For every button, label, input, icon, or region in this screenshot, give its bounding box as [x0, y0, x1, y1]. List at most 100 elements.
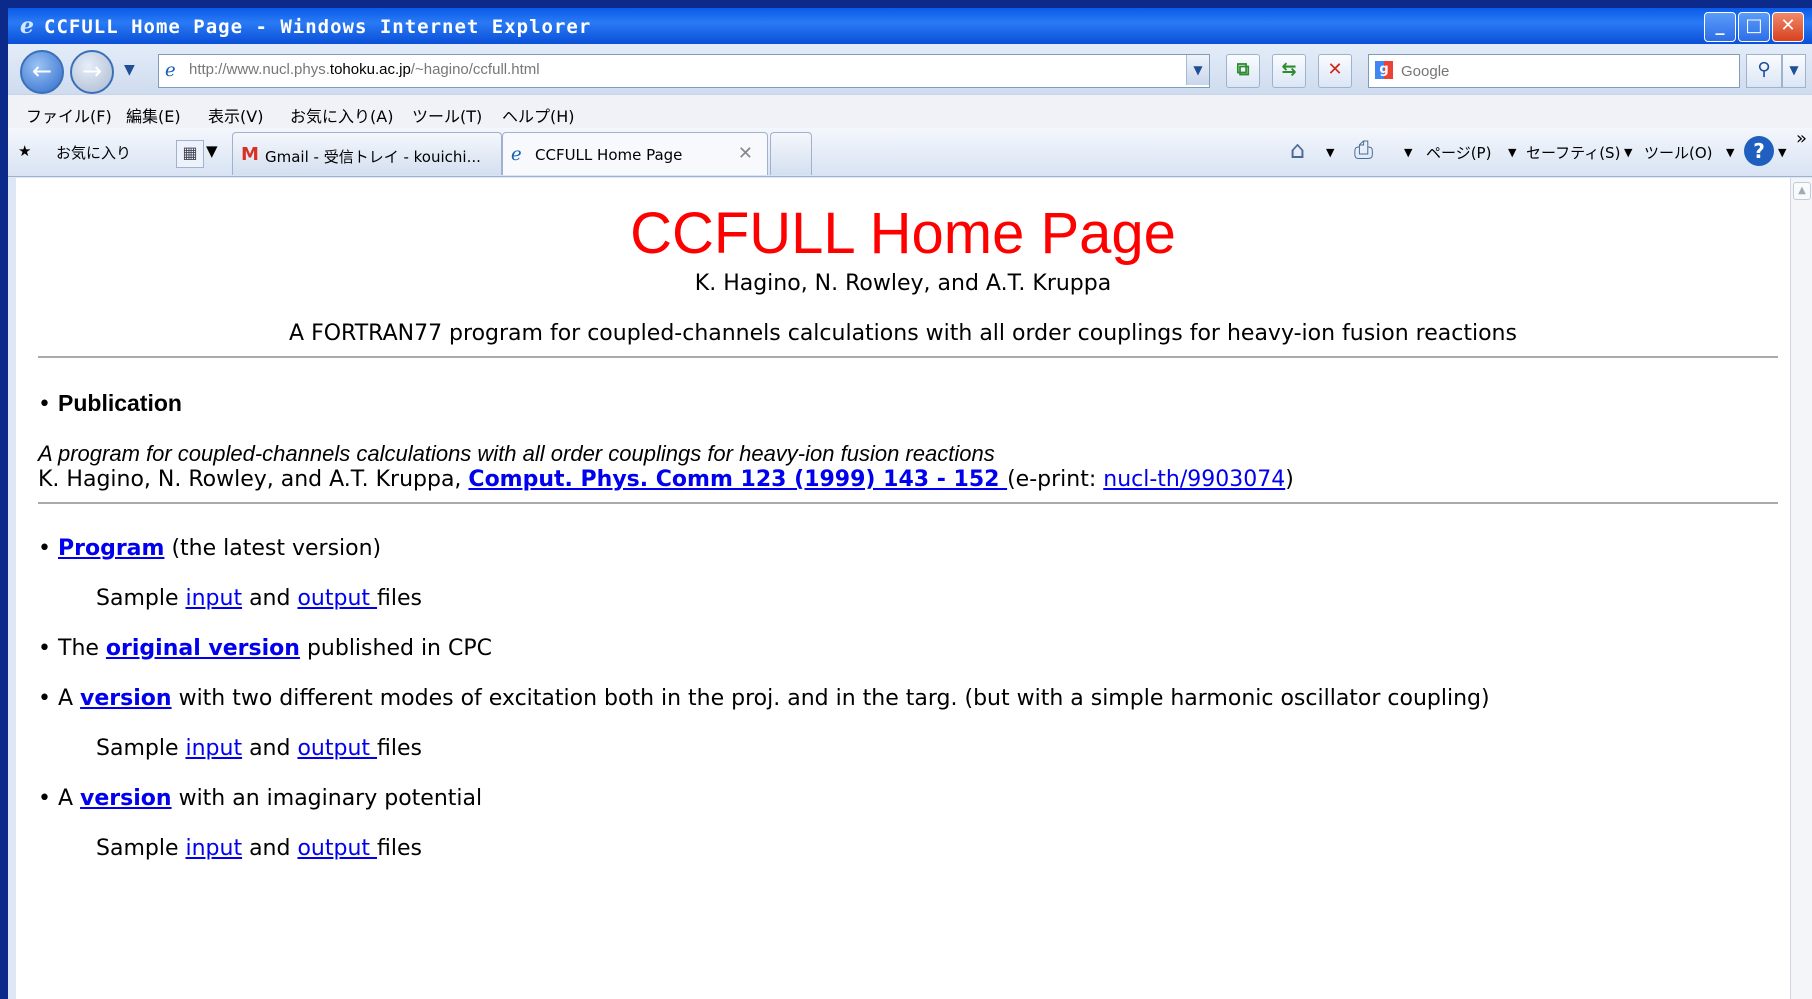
two-modes-prefix: A — [58, 686, 81, 711]
url-text[interactable]: http://www.nucl.phys.tohoku.ac.jp/~hagin… — [189, 61, 540, 78]
eprint-link[interactable]: nucl-th/9903074 — [1103, 467, 1285, 492]
sample-files-line: Sample input and output files — [96, 736, 422, 761]
sample-files: files — [377, 736, 422, 761]
sample-input-link[interactable]: input — [185, 736, 242, 761]
tab-ccfull-label: CCFULL Home Page — [535, 146, 683, 164]
search-options-icon[interactable]: ▼ — [1782, 54, 1806, 88]
original-prefix: The — [58, 636, 106, 661]
publication-heading: Publication — [58, 390, 182, 416]
menu-bar: ファイル(F) 編集(E) 表示(V) お気に入り(A) ツール(T) ヘルプ(… — [8, 94, 1812, 130]
new-tab-button[interactable] — [770, 132, 812, 175]
safety-menu[interactable]: セーフティ(S) — [1526, 142, 1620, 163]
browser-window: ℯ CCFULL Home Page - Windows Internet Ex… — [8, 8, 1812, 999]
menu-favorites[interactable]: お気に入り(A) — [290, 103, 393, 127]
ie-icon: ℯ — [511, 144, 522, 165]
menu-tools[interactable]: ツール(T) — [412, 103, 482, 127]
safety-dropdown-icon[interactable]: ▼ — [1624, 146, 1632, 159]
journal-link[interactable]: Comput. Phys. Comm 123 (1999) 143 - 152 — [468, 467, 1007, 492]
eprint-suffix: ) — [1285, 467, 1294, 492]
page-menu[interactable]: ページ(P) — [1426, 142, 1491, 163]
bullet-icon: • — [38, 786, 51, 811]
menu-file[interactable]: ファイル(F) — [26, 103, 112, 127]
sample-files-line: Sample input and output files — [96, 586, 422, 611]
ie-icon: ℯ — [20, 14, 34, 39]
original-version-link[interactable]: original version — [106, 636, 300, 661]
bullet-icon: • — [38, 686, 51, 711]
refresh-icon[interactable]: ⇆ — [1272, 54, 1306, 88]
sample-input-link[interactable]: input — [185, 836, 242, 861]
page-dropdown-icon[interactable]: ▼ — [1508, 146, 1516, 159]
sample-files: files — [377, 586, 422, 611]
paper-title: A program for coupled-channels calculati… — [38, 441, 995, 466]
sample-files: files — [377, 836, 422, 861]
program-link[interactable]: Program — [58, 536, 164, 561]
tab-gmail-label: Gmail - 受信トレイ - kouichi... — [265, 148, 481, 166]
print-icon[interactable]: ⎙ — [1354, 136, 1373, 164]
sample-files-line: Sample input and output files — [96, 836, 422, 861]
imaginary-version-item: • A version with an imaginary potential — [38, 786, 482, 811]
close-tab-icon[interactable]: ✕ — [738, 143, 753, 164]
imaginary-suffix: with an imaginary potential — [171, 786, 483, 811]
tools-dropdown-icon[interactable]: ▼ — [1726, 146, 1734, 159]
sample-prefix: Sample — [96, 836, 186, 861]
forward-button[interactable]: → — [70, 50, 114, 94]
home-icon[interactable]: ⌂ — [1290, 136, 1305, 164]
page-title: CCFULL Home Page — [630, 201, 1176, 266]
sample-input-link[interactable]: input — [185, 586, 242, 611]
history-dropdown-icon[interactable]: ▼ — [124, 62, 135, 78]
original-version-item: • The original version published in CPC — [38, 636, 492, 661]
bullet-icon: • — [38, 536, 51, 561]
search-box[interactable]: g — [1368, 54, 1740, 88]
google-icon: g — [1375, 61, 1393, 79]
help-dropdown-icon[interactable]: ▼ — [1778, 146, 1786, 159]
favorites-star-icon[interactable]: ★ — [18, 142, 31, 160]
tools-menu[interactable]: ツール(O) — [1644, 142, 1713, 163]
page-icon: ℯ — [165, 60, 176, 81]
menu-view[interactable]: 表示(V) — [208, 103, 263, 127]
back-button[interactable]: ← — [20, 50, 64, 94]
title-bar: ℯ CCFULL Home Page - Windows Internet Ex… — [8, 8, 1812, 44]
tab-ccfull[interactable]: ℯ CCFULL Home Page ✕ — [502, 132, 768, 175]
sample-prefix: Sample — [96, 736, 186, 761]
sample-output-link[interactable]: output — [297, 736, 377, 761]
page-description: A FORTRAN77 program for coupled-channels… — [289, 321, 1517, 346]
citation-line: K. Hagino, N. Rowley, and A.T. Kruppa, C… — [38, 467, 1294, 492]
print-dropdown-icon[interactable]: ▼ — [1404, 146, 1412, 159]
address-dropdown-icon[interactable]: ▼ — [1186, 55, 1209, 85]
sample-output-link[interactable]: output — [297, 586, 377, 611]
rss-compat-icon[interactable]: ⧉ — [1226, 54, 1260, 88]
divider — [38, 356, 1778, 358]
two-modes-version-link[interactable]: version — [80, 686, 172, 711]
search-input[interactable] — [1399, 59, 1723, 83]
tab-list-dropdown-icon[interactable]: ▼ — [206, 142, 218, 160]
search-icon[interactable]: ⚲ — [1746, 54, 1782, 88]
tab-bar: ★ お気に入り ▦ ▼ M Gmail - 受信トレイ - kouichi...… — [8, 128, 1812, 177]
quick-tabs-icon[interactable]: ▦ — [176, 140, 204, 168]
sample-and: and — [242, 736, 298, 761]
sample-and: and — [242, 836, 298, 861]
menu-help[interactable]: ヘルプ(H) — [502, 103, 575, 127]
bullet-icon: • — [38, 636, 51, 661]
chevron-more-icon[interactable]: » — [1796, 128, 1807, 149]
favorites-button[interactable]: お気に入り — [56, 142, 131, 163]
publication-heading-item: • Publication — [38, 390, 182, 417]
sample-prefix: Sample — [96, 586, 186, 611]
address-field[interactable]: ℯ http://www.nucl.phys.tohoku.ac.jp/~hag… — [158, 54, 1210, 88]
close-button[interactable]: ✕ — [1772, 12, 1804, 42]
menu-edit[interactable]: 編集(E) — [126, 103, 181, 127]
imaginary-prefix: A — [58, 786, 81, 811]
address-toolbar: ← → ▼ ℯ http://www.nucl.phys.tohoku.ac.j… — [8, 44, 1812, 94]
scroll-up-icon[interactable]: ▲ — [1793, 182, 1811, 200]
gmail-icon: M — [241, 144, 259, 165]
maximize-button[interactable]: □ — [1738, 12, 1770, 42]
tab-gmail[interactable]: M Gmail - 受信トレイ - kouichi... — [232, 132, 502, 175]
original-suffix: published in CPC — [299, 636, 492, 661]
imaginary-version-link[interactable]: version — [80, 786, 172, 811]
home-dropdown-icon[interactable]: ▼ — [1326, 146, 1334, 159]
vertical-scrollbar[interactable]: ▲ — [1790, 178, 1812, 999]
minimize-button[interactable]: _ — [1704, 12, 1736, 42]
sample-output-link[interactable]: output — [297, 836, 377, 861]
stop-icon[interactable]: ✕ — [1318, 54, 1352, 88]
help-icon[interactable]: ? — [1744, 136, 1774, 166]
program-note: (the latest version) — [164, 536, 382, 561]
